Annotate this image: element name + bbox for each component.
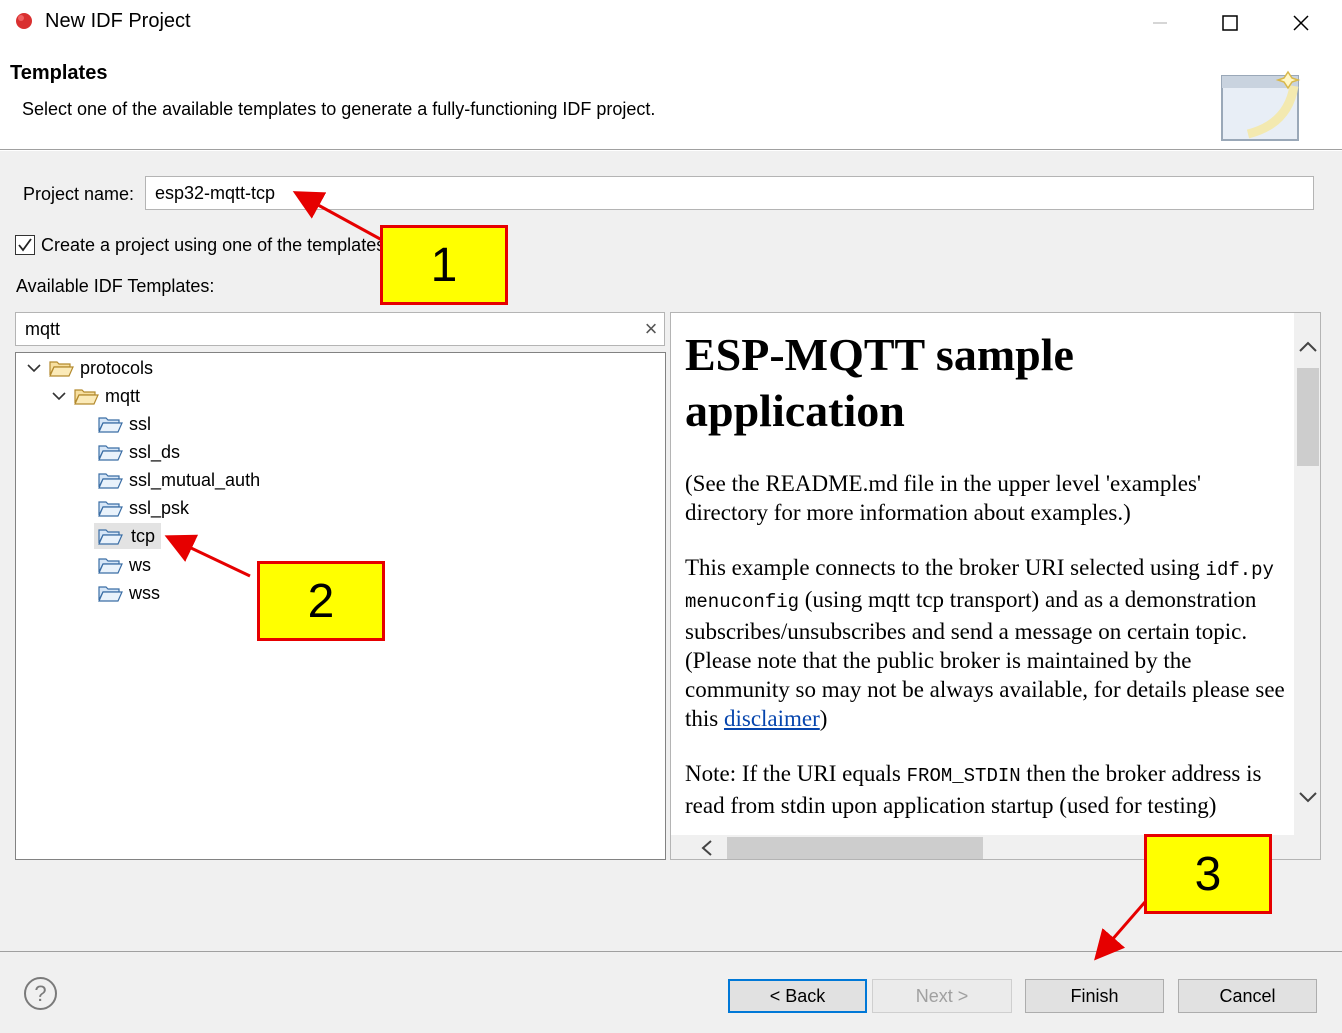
available-templates-label: Available IDF Templates: <box>16 276 215 296</box>
readme-paragraph: (See the README.md file in the upper lev… <box>685 471 1202 525</box>
tree-item-label: tcp <box>129 525 158 547</box>
readme-paragraph: This example connects to the broker URI … <box>685 553 1285 733</box>
project-folder-icon <box>98 501 123 517</box>
back-button[interactable]: < Back <box>728 979 867 1013</box>
title-bar: New IDF Project <box>0 0 1342 46</box>
tree-item-label: wss <box>129 582 160 603</box>
tree-item-label: ssl <box>129 413 151 434</box>
page-description: Select one of the available templates to… <box>22 99 656 119</box>
readme-text: ) <box>819 706 828 731</box>
readme-content: ESP-MQTT sample application (See the REA… <box>685 327 1285 820</box>
wizard-banner: Templates Select one of the available te… <box>0 46 1342 150</box>
window-title: New IDF Project <box>45 10 191 32</box>
close-icon <box>1293 15 1309 31</box>
readme-heading: ESP-MQTT sample application <box>685 329 1074 436</box>
project-folder-icon <box>98 586 123 602</box>
maximize-icon <box>1222 15 1238 31</box>
project-folder-icon <box>98 529 123 545</box>
horizontal-scroll-thumb[interactable] <box>727 837 983 859</box>
use-template-label[interactable]: Create a project using one of the templa… <box>41 235 381 256</box>
tree-item-label: ssl_psk <box>129 497 190 518</box>
scroll-left-icon[interactable] <box>695 835 719 860</box>
annotation-callout-2: 2 <box>257 561 385 641</box>
close-button[interactable] <box>1281 6 1321 40</box>
tree-item-mqtt[interactable]: mqtt <box>49 383 140 409</box>
clear-filter-icon[interactable]: × <box>640 316 662 342</box>
template-filter-input[interactable]: mqtt <box>15 312 665 346</box>
annotation-callout-1: 1 <box>380 225 508 305</box>
maximize-button[interactable] <box>1210 6 1250 40</box>
project-name-label: Project name: <box>23 184 135 204</box>
readme-text: Note: If the URI equals <box>685 761 901 786</box>
tree-item-label: mqtt <box>105 385 141 406</box>
help-icon[interactable]: ? <box>24 977 57 1010</box>
tree-item-label: protocols <box>80 357 154 378</box>
tree-item-ssl[interactable]: ssl <box>97 411 151 437</box>
annotation-callout-3: 3 <box>1144 834 1272 914</box>
tree-item-protocols[interactable]: protocols <box>24 355 153 381</box>
chevron-down-icon[interactable] <box>49 386 69 406</box>
tree-item-ssl-ds[interactable]: ssl_ds <box>97 439 180 465</box>
vertical-scrollbar[interactable] <box>1294 313 1321 835</box>
tree-item-ws[interactable]: ws <box>97 552 151 578</box>
next-button[interactable]: Next > <box>872 979 1012 1013</box>
app-icon <box>16 13 32 29</box>
chevron-down-icon[interactable] <box>24 358 44 378</box>
tree-item-label: ws <box>129 554 151 575</box>
tree-item-tcp[interactable]: tcp <box>94 523 162 549</box>
checkmark-icon <box>18 238 32 252</box>
minimize-button[interactable] <box>1140 6 1180 40</box>
finish-button[interactable]: Finish <box>1025 979 1164 1013</box>
minimize-icon <box>1153 22 1167 24</box>
readme-text: This example connects to the broker URI … <box>685 555 1200 580</box>
tree-item-label: ssl_mutual_auth <box>129 469 261 490</box>
use-template-checkbox[interactable] <box>15 235 35 255</box>
project-name-input[interactable]: esp32-mqtt-tcp <box>145 176 1314 210</box>
open-folder-icon <box>49 361 74 377</box>
project-folder-icon <box>98 558 123 574</box>
scrollbar-corner <box>1294 835 1320 859</box>
open-folder-icon <box>74 389 99 405</box>
project-folder-icon <box>98 417 123 433</box>
project-folder-icon <box>98 473 123 489</box>
scroll-up-icon[interactable] <box>1294 335 1321 359</box>
tree-item-ssl-mutual-auth[interactable]: ssl_mutual_auth <box>97 467 260 493</box>
tree-item-wss[interactable]: wss <box>97 580 160 606</box>
page-title: Templates <box>10 62 108 84</box>
button-bar: ? < Back Next > Finish Cancel <box>0 951 1342 1033</box>
wizard-banner-icon <box>1221 70 1301 141</box>
readme-paragraph: Note: If the URI equals FROM_STDIN then … <box>685 759 1285 820</box>
tree-item-ssl-psk[interactable]: ssl_psk <box>97 495 189 521</box>
disclaimer-link[interactable]: disclaimer <box>724 706 820 731</box>
dialog-body: Project name: esp32-mqtt-tcp Create a pr… <box>0 151 1342 951</box>
vertical-scroll-thumb[interactable] <box>1297 368 1319 466</box>
scroll-down-icon[interactable] <box>1294 785 1321 809</box>
project-folder-icon <box>98 445 123 461</box>
cancel-button[interactable]: Cancel <box>1178 979 1317 1013</box>
template-description-pane[interactable]: ESP-MQTT sample application (See the REA… <box>670 312 1321 860</box>
inline-code: FROM_STDIN <box>906 765 1021 787</box>
tree-item-label: ssl_ds <box>129 441 181 462</box>
